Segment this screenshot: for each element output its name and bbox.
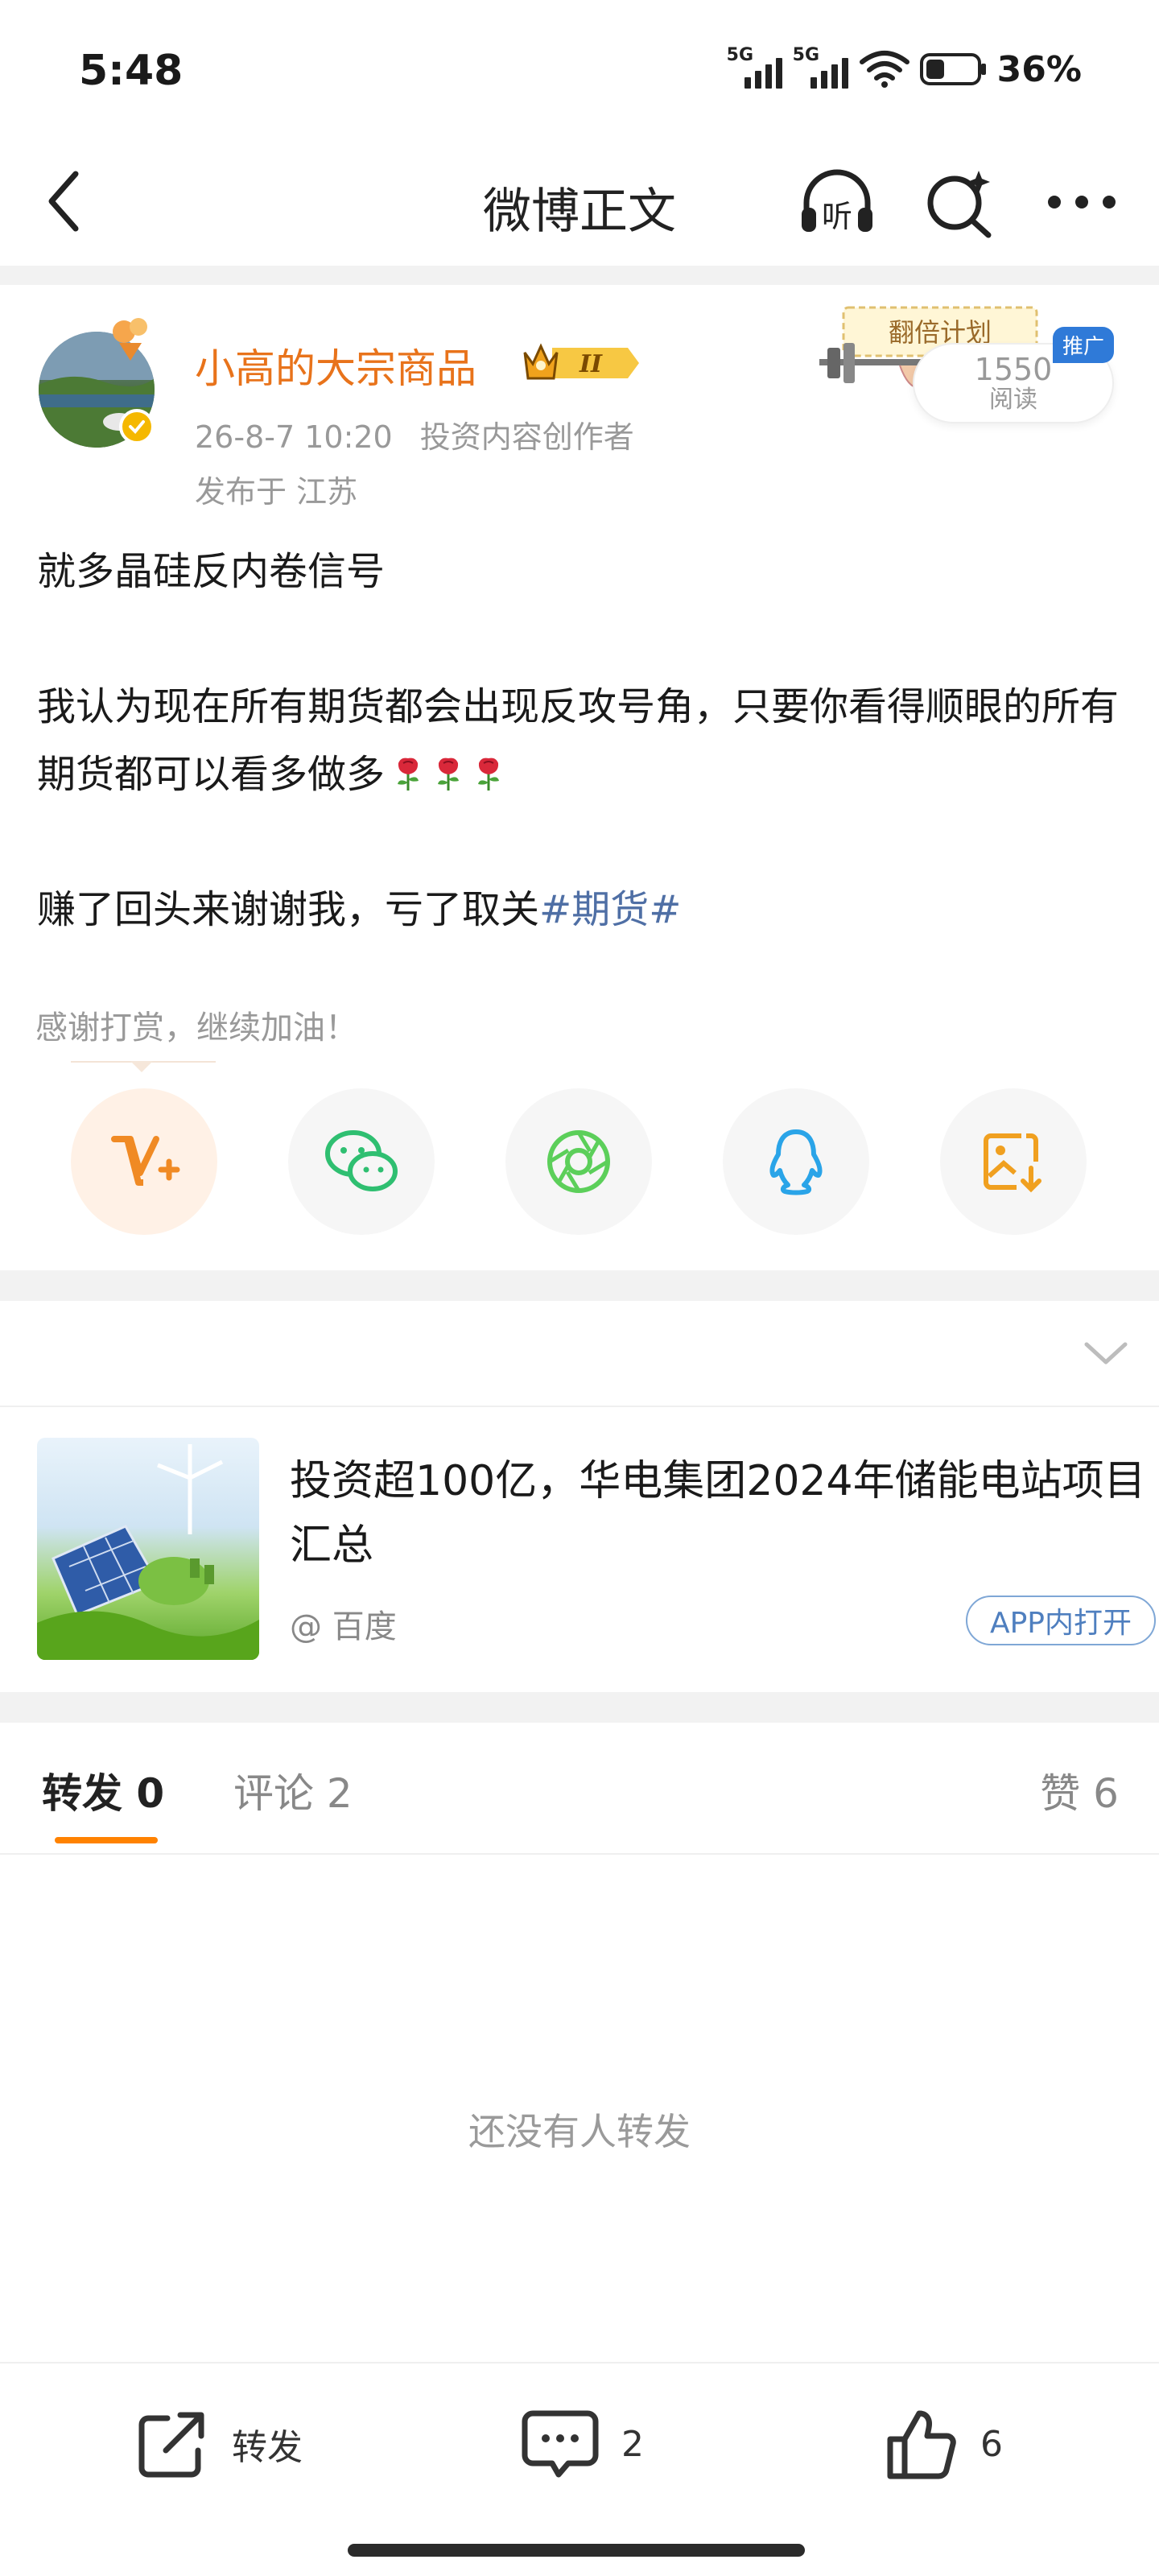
search-button[interactable] <box>924 166 996 238</box>
status-icons: 5G 5G 36% <box>727 45 1082 93</box>
promo-tag: 推广 <box>1053 327 1115 363</box>
author-name[interactable]: 小高的大宗商品 <box>195 336 476 394</box>
repost-button[interactable]: 转发 <box>134 2404 303 2484</box>
verified-badge-icon <box>119 409 155 444</box>
cellular-signal-icon: 5G <box>793 45 849 92</box>
vip-crown-badge-icon[interactable]: II <box>522 340 642 386</box>
comment-bubble-icon <box>522 2410 599 2478</box>
repost-label: 转发 <box>232 2427 303 2468</box>
battery-icon <box>919 53 986 85</box>
like-count: 6 <box>980 2423 1003 2465</box>
open-in-app-button[interactable]: APP内打开 <box>966 1596 1156 1645</box>
tab-like[interactable]: 赞 6 <box>1040 1761 1119 1819</box>
share-row <box>0 1088 1159 1236</box>
ad-title[interactable]: 投资超100亿，华电集团2024年储能电站项目汇总 <box>290 1449 1159 1578</box>
chevron-down-icon[interactable] <box>1082 1336 1130 1368</box>
cellular-signal-icon: 5G <box>727 45 783 92</box>
reward-button[interactable] <box>71 1088 217 1235</box>
read-label: 阅读 <box>989 386 1037 414</box>
ad-thumbnail[interactable] <box>37 1438 259 1660</box>
listen-label: 听 <box>822 199 852 234</box>
post-content: 就多晶硅反内卷信号 我认为现在所有期货都会出现反攻号角，只要你看得顺眼的所有期货… <box>37 538 1132 943</box>
reward-message: 感谢打赏，继续加油！ <box>35 1009 357 1046</box>
active-tab-indicator <box>55 1837 158 1843</box>
tab-comment[interactable]: 评论 2 <box>233 1761 353 1819</box>
moments-icon <box>547 1130 610 1193</box>
wechat-icon <box>325 1130 398 1191</box>
post-paragraph-text: 我认为现在所有期货都会出现反攻号角，只要你看得顺眼的所有期货都可以看多做多 <box>37 684 1120 797</box>
avatar-decoration-icon <box>103 308 159 364</box>
share-arrow-icon <box>138 2412 204 2478</box>
nav-bar: 微博正文 听 <box>0 137 1159 266</box>
search-sparkle-icon <box>927 171 992 238</box>
home-indicator[interactable] <box>348 2544 805 2557</box>
comment-count: 2 <box>621 2423 644 2465</box>
status-bar: 5:48 5G 5G 36% <box>0 0 1159 137</box>
post-datetime: 26-8-7 10:20 <box>195 419 393 455</box>
share-wechat-button[interactable] <box>288 1088 435 1235</box>
qq-icon <box>769 1129 823 1195</box>
save-image-button[interactable] <box>940 1088 1087 1235</box>
headphones-icon: 听 <box>802 169 872 234</box>
post-location: 发布于 江苏 <box>195 474 358 510</box>
status-time: 5:48 <box>79 47 184 95</box>
tab-repost[interactable]: 转发 0 <box>42 1761 164 1819</box>
battery-percent: 36% <box>996 48 1082 90</box>
rose-emoji-icon <box>478 758 500 791</box>
reward-caret <box>130 1061 153 1072</box>
comment-button[interactable]: 2 <box>520 2404 644 2484</box>
reward-v-plus-icon <box>111 1136 180 1186</box>
section-divider <box>0 1692 1159 1723</box>
section-divider <box>0 266 1159 285</box>
listen-button[interactable]: 听 <box>797 166 877 238</box>
author-tag: 投资内容创作者 <box>419 419 634 455</box>
ad-source: @ 百度 <box>290 1608 397 1645</box>
share-qq-button[interactable] <box>723 1088 869 1235</box>
more-dots-icon <box>1048 196 1116 208</box>
promo-widget[interactable]: 翻倍计划 1550 阅读 推广 <box>795 304 1125 425</box>
hairline-divider <box>0 1853 1159 1855</box>
empty-state-message: 还没有人转发 <box>468 2110 691 2153</box>
section-divider <box>0 1270 1159 1301</box>
share-moments-button[interactable] <box>505 1088 652 1235</box>
solar-panel-plug-image <box>37 1444 259 1660</box>
wifi-icon <box>859 51 909 88</box>
thumbs-up-icon <box>887 2410 956 2479</box>
vip-level-label: II <box>579 350 603 378</box>
more-button[interactable] <box>1041 166 1122 238</box>
post-paragraph: 赚了回头来谢谢我，亏了取关#期货# <box>37 876 1132 943</box>
rose-emoji-icon <box>398 758 419 791</box>
rose-emoji-group <box>385 752 505 797</box>
save-image-icon <box>984 1133 1041 1193</box>
post-paragraph: 就多晶硅反内卷信号 <box>37 549 386 594</box>
hairline-divider <box>0 1406 1159 1407</box>
post-paragraph: 我认为现在所有期货都会出现反攻号角，只要你看得顺眼的所有期货都可以看多做多 <box>37 673 1132 808</box>
like-button[interactable]: 6 <box>882 2404 1003 2484</box>
hashtag-link[interactable]: #期货# <box>539 887 681 932</box>
post-paragraph-text: 赚了回头来谢谢我，亏了取关 <box>37 887 540 932</box>
rose-emoji-icon <box>438 758 460 791</box>
post-meta: 26-8-7 10:20 投资内容创作者 <box>195 412 634 456</box>
